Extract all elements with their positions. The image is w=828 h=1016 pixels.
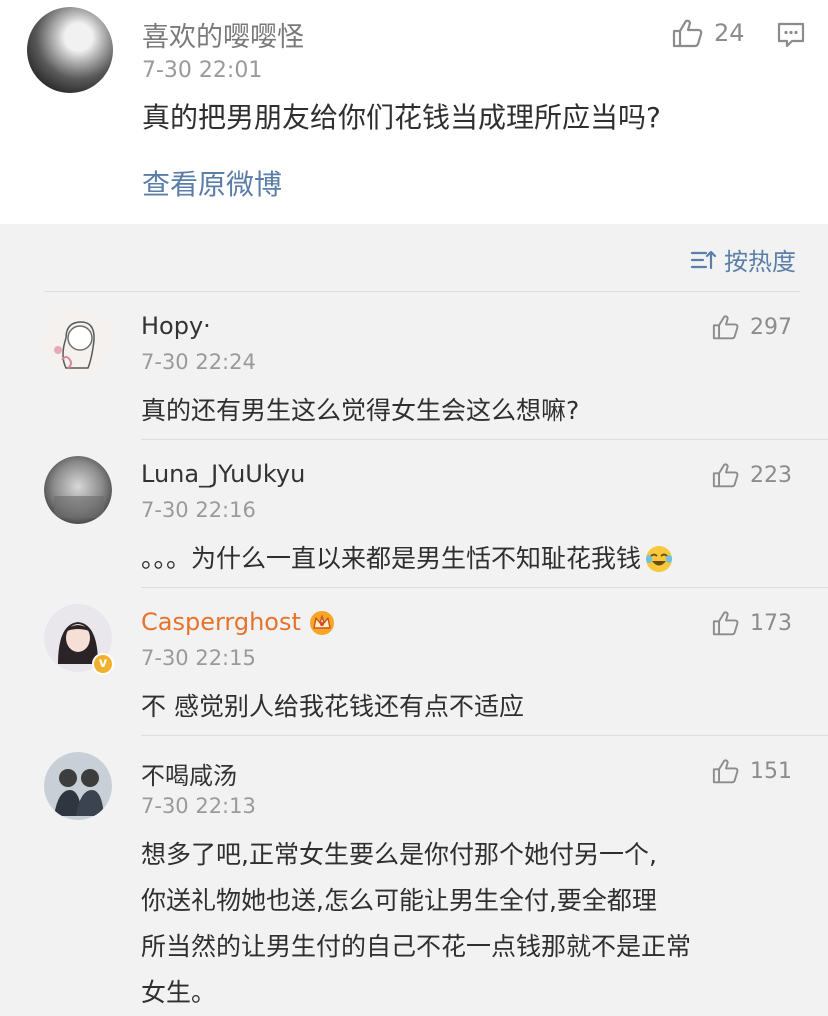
comment-like-button[interactable]: 297 [712, 314, 792, 340]
comment-item: Luna_JYuUkyu 7-30 22:16 。。。为什么一直以来都是男生恬不… [0, 440, 828, 588]
post-like-count: 24 [714, 19, 745, 47]
comment-text-line: 真的还有男生这么觉得女生会这么想嘛? [141, 396, 580, 425]
comment-like-count: 223 [750, 462, 792, 488]
comment-like-button[interactable]: 223 [712, 462, 792, 488]
comment-author[interactable]: Casperrghost [141, 608, 337, 636]
comment-timestamp: 7-30 22:15 [141, 646, 256, 670]
comment-text-line: 想多了吧,正常女生要么是你付那个她付另一个, [141, 840, 657, 869]
post-author-name[interactable]: 喜欢的嘤嘤怪 [142, 15, 304, 54]
comment-icon [777, 22, 805, 48]
comment-like-count: 151 [750, 758, 792, 784]
comment-like-count: 297 [750, 314, 792, 340]
comment-button[interactable] [776, 20, 806, 54]
avatar[interactable] [44, 308, 112, 376]
comment-like-count: 173 [750, 610, 792, 636]
sort-label: 按热度 [724, 248, 796, 276]
comment-author-name: Hopy· [141, 312, 211, 340]
sort-by-hot-button[interactable]: 按热度 [690, 242, 796, 277]
comment-author[interactable]: Luna_JYuUkyu [141, 460, 305, 488]
avatar[interactable] [44, 752, 112, 820]
comment-timestamp: 7-30 22:13 [141, 794, 256, 818]
view-original-link[interactable]: 查看原微博 [142, 163, 282, 203]
sort-icon [690, 250, 717, 269]
post-text: 真的把男朋友给你们花钱当成理所应当吗? [142, 101, 661, 134]
post-card: 喜欢的嘤嘤怪 7-30 22:01 真的把男朋友给你们花钱当成理所应当吗? 查看… [0, 0, 828, 224]
comment-text-line: 不 感觉别人给我花钱还有点不适应 [141, 692, 524, 721]
comment-item: 不喝咸汤 7-30 22:13 想多了吧,正常女生要么是你付那个她付另一个, 你… [0, 736, 828, 1007]
thumbs-up-icon [712, 759, 739, 784]
crown-badge-icon [309, 611, 334, 635]
thumbs-up-icon [712, 463, 739, 488]
comment-author[interactable]: 不喝咸汤 [141, 756, 237, 791]
comment-item: v Casperrghost 7-30 22:15 不 感觉别人给我花钱还有点不… [0, 588, 828, 736]
thumbs-up-icon [712, 315, 739, 340]
post-author-avatar[interactable] [27, 7, 113, 93]
comment-author-name: Luna_JYuUkyu [141, 460, 306, 488]
laughing-crying-emoji [646, 546, 673, 572]
thumbs-up-icon [672, 19, 703, 48]
post-timestamp: 7-30 22:01 [142, 58, 263, 83]
avatar[interactable] [44, 456, 112, 524]
verified-badge-icon: v [92, 653, 114, 675]
comment-text-line: 所当然的让男生付的自己不花一点钱那就不是正常 [141, 932, 692, 961]
comment-text-line: 女生。 [141, 978, 217, 1007]
comment-author-name: 不喝咸汤 [141, 762, 237, 790]
comment-like-button[interactable]: 173 [712, 610, 792, 636]
comment-text-line: 。。。为什么一直以来都是男生恬不知耻花我钱 [141, 544, 642, 573]
comment-author-name: Casperrghost [141, 608, 301, 636]
comment-text: 真的还有男生这么觉得女生会这么想嘛? [141, 388, 579, 434]
comment-author[interactable]: Hopy· [141, 312, 211, 340]
post-like-button[interactable]: 24 [672, 18, 745, 48]
comment-text: 。。。为什么一直以来都是男生恬不知耻花我钱 [141, 536, 673, 582]
comment-text: 想多了吧,正常女生要么是你付那个她付另一个, 你送礼物她也送,怎么可能让男生全付… [141, 832, 691, 1016]
comment-item: Hopy· 7-30 22:24 真的还有男生这么觉得女生会这么想嘛? 297 [0, 292, 828, 440]
comment-like-button[interactable]: 151 [712, 758, 792, 784]
comment-text: 不 感觉别人给我花钱还有点不适应 [141, 684, 524, 730]
comment-timestamp: 7-30 22:16 [141, 498, 256, 522]
comment-timestamp: 7-30 22:24 [141, 350, 256, 374]
avatar[interactable]: v [44, 604, 114, 675]
comment-text-line: 你送礼物她也送,怎么可能让男生全付,要全都理 [141, 886, 657, 915]
thumbs-up-icon [712, 611, 739, 636]
